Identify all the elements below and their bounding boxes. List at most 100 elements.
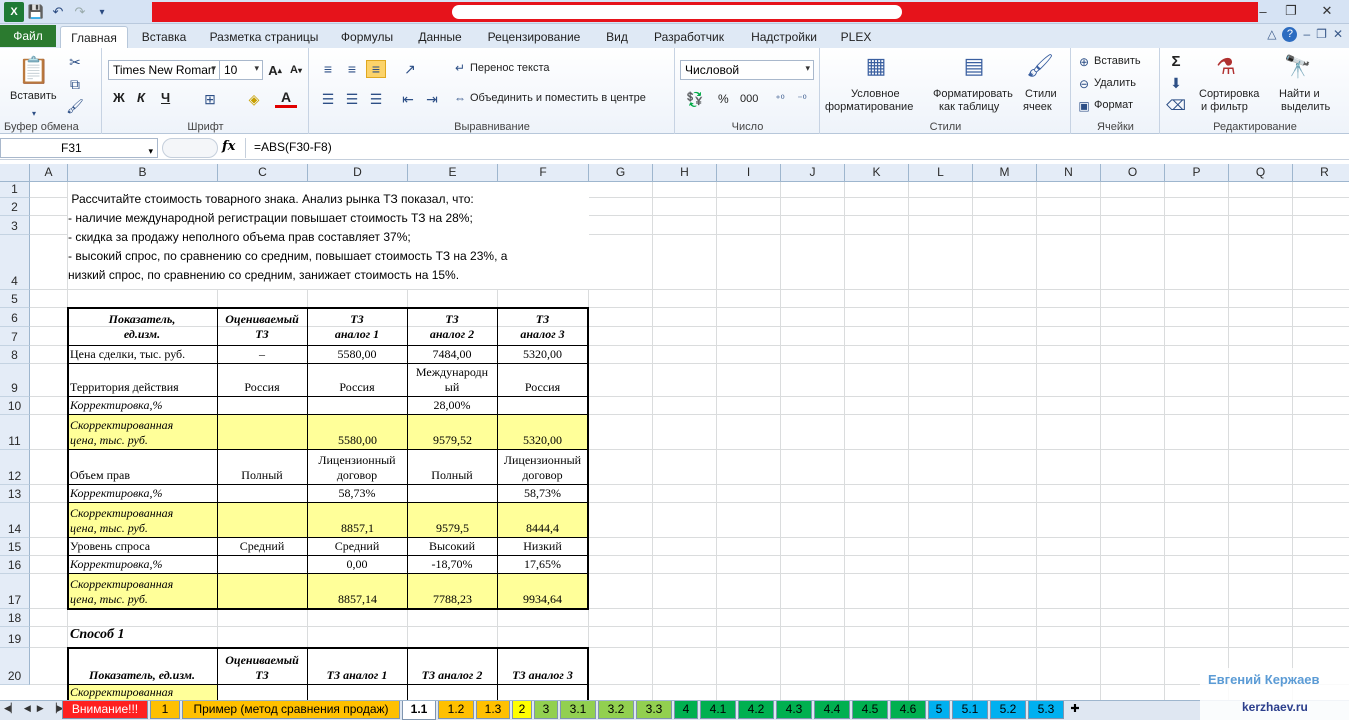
column-header-g[interactable]: G [589, 164, 653, 182]
table-cell[interactable]: 9934,64 [498, 574, 587, 608]
excel-logo-icon[interactable]: X [4, 2, 24, 22]
row-header-11[interactable]: 11 [0, 415, 30, 450]
row-header-2[interactable]: 2 [0, 198, 30, 216]
table-header-cell[interactable]: ТЗ аналог 2 [408, 308, 496, 345]
paste-dropdown-icon[interactable]: ▾ [14, 106, 54, 120]
insert-sheet-icon[interactable]: ✚ [1066, 702, 1084, 718]
find-select-icon[interactable]: 🔭 [1283, 52, 1313, 82]
tab-file[interactable]: Файл [0, 25, 56, 47]
format-as-table-icon[interactable]: ▤ [959, 52, 989, 80]
sheet-tab-3[interactable]: 3 [534, 701, 558, 719]
table-cell[interactable]: Полный [218, 450, 306, 484]
row-header-5[interactable]: 5 [0, 290, 30, 308]
tab-review[interactable]: Рецензирование [480, 26, 588, 48]
align-left-icon[interactable]: ☰ [318, 90, 338, 108]
find-select-button[interactable]: Найти и [1279, 88, 1320, 100]
autosum-icon[interactable]: Σ [1167, 52, 1185, 70]
table-cell[interactable]: 7788,23 [408, 574, 497, 608]
minimize-workbook-icon[interactable]: – [1303, 27, 1310, 42]
section-title-method-1[interactable]: Способ 1 [70, 627, 124, 643]
insert-function-icon[interactable]: fx [222, 139, 235, 154]
row-header-19[interactable]: 19 [0, 627, 30, 648]
format-as-table-button[interactable]: Форматировать [933, 88, 1013, 100]
column-header-o[interactable]: O [1101, 164, 1165, 182]
sheet-tab-3.3[interactable]: 3.3 [636, 701, 672, 719]
sheet-tab-1.1[interactable]: 1.1 [402, 701, 436, 720]
formula-bar-divider-handle[interactable] [162, 138, 218, 158]
column-header-f[interactable]: F [498, 164, 589, 182]
column-header-d[interactable]: D [308, 164, 408, 182]
column-header-a[interactable]: A [30, 164, 68, 182]
format-cells-icon[interactable]: ▣ [1076, 98, 1092, 114]
font-color-icon[interactable]: A [275, 88, 297, 108]
table-cell[interactable] [408, 485, 496, 502]
delete-cells-button[interactable]: Удалить [1094, 77, 1136, 89]
table-header-cell[interactable]: Показатель, ед.изм. [68, 648, 216, 684]
table-cell[interactable] [218, 415, 307, 449]
format-painter-icon[interactable]: 🖌 [64, 96, 86, 116]
table-cell[interactable]: Корректировка,% [68, 556, 216, 573]
table-cell[interactable] [308, 397, 406, 414]
minimize-icon[interactable]: – [1249, 0, 1277, 22]
collapse-ribbon-icon[interactable]: △ [1267, 27, 1276, 42]
table-cell[interactable] [218, 574, 307, 608]
sheet-tab-4.6[interactable]: 4.6 [890, 701, 926, 719]
shrink-font-icon[interactable]: A ▾ [286, 60, 306, 80]
row-header-1[interactable]: 1 [0, 182, 30, 198]
column-header-i[interactable]: I [717, 164, 781, 182]
table-cell[interactable]: Высокий [408, 538, 496, 555]
first-sheet-icon[interactable]: ◀▏ [4, 703, 18, 714]
table-cell[interactable]: Корректировка,% [68, 485, 216, 502]
decrease-indent-icon[interactable]: ⇤ [398, 90, 418, 108]
table-cell[interactable]: Россия [308, 364, 406, 396]
percent-button[interactable]: % [718, 92, 729, 106]
table-cell[interactable]: Скорректированная цена, тыс. руб. [68, 574, 217, 608]
row-header-8[interactable]: 8 [0, 346, 30, 364]
font-name-select[interactable]: Times New Roman ▾ [108, 60, 220, 80]
sheet-tab-пример-метод-сравнения-продаж-[interactable]: Пример (метод сравнения продаж) [182, 701, 400, 719]
next-sheet-icon[interactable]: ▶ [37, 703, 44, 714]
sheet-tab-5.2[interactable]: 5.2 [990, 701, 1026, 719]
sheet-tab-5.3[interactable]: 5.3 [1028, 701, 1064, 719]
conditional-formatting-button[interactable]: Условное [851, 88, 900, 100]
thousands-button[interactable]: 000 [740, 93, 758, 105]
table-header-cell[interactable]: Оцениваемый ТЗ [218, 308, 306, 345]
tab-formulas[interactable]: Формулы [334, 26, 400, 48]
sheet-tab-4.3[interactable]: 4.3 [776, 701, 812, 719]
tab-home[interactable]: Главная [60, 26, 128, 48]
undo-icon[interactable]: ↶ [48, 2, 68, 22]
table-cell[interactable]: 9579,52 [408, 415, 497, 449]
row-header-18[interactable]: 18 [0, 609, 30, 627]
name-box[interactable]: F31 ▾ [0, 138, 158, 158]
grow-font-icon[interactable]: A ▴ [265, 60, 285, 80]
copy-icon[interactable]: ⧉ [64, 74, 86, 94]
prev-sheet-icon[interactable]: ◀ [24, 703, 31, 714]
column-header-r[interactable]: R [1293, 164, 1349, 182]
table-cell[interactable]: 0,00 [308, 556, 406, 573]
table-cell[interactable]: 17,65% [498, 556, 587, 573]
save-icon[interactable]: 💾 [26, 2, 46, 22]
table-header-cell[interactable]: ТЗ аналог 1 [308, 648, 406, 684]
table-header-cell[interactable]: Показатель, ед.изм. [68, 308, 216, 345]
underline-button[interactable]: Ч [161, 90, 170, 105]
currency-icon[interactable]: 💱 [682, 90, 708, 108]
fill-icon[interactable]: ⬇ [1167, 74, 1185, 92]
row-header-10[interactable]: 10 [0, 397, 30, 415]
paste-button[interactable]: Вставить [10, 90, 57, 102]
table-cell[interactable]: Полный [408, 450, 496, 484]
table-cell[interactable]: Низкий [498, 538, 587, 555]
table-cell[interactable]: 5320,00 [498, 415, 587, 449]
restore-icon[interactable]: ❐ [1277, 0, 1305, 22]
sheet-tab-5.1[interactable]: 5.1 [952, 701, 988, 719]
table-cell[interactable]: Территория действия [68, 364, 216, 396]
sort-filter-button[interactable]: Сортировка [1199, 88, 1259, 100]
align-bottom-icon[interactable]: ≡ [366, 60, 386, 78]
sort-filter-icon[interactable]: ⚗ [1211, 52, 1241, 82]
worksheet-grid[interactable]: ABCDEFGHIJKLMNOPQR 1 2 3 4 5 6 7 8 9 10 11 12 13 14 15… [0, 164, 1349, 700]
insert-cells-icon[interactable]: ⊕ [1076, 54, 1092, 70]
table-cell[interactable]: 8857,14 [308, 574, 407, 608]
sheet-tab-внимание-[interactable]: Внимание!!! [62, 701, 148, 719]
column-header-b[interactable]: B [68, 164, 218, 182]
borders-icon[interactable]: ⊞ [199, 90, 221, 108]
decrease-decimal-icon[interactable]: ⁻⁰ [792, 90, 812, 108]
